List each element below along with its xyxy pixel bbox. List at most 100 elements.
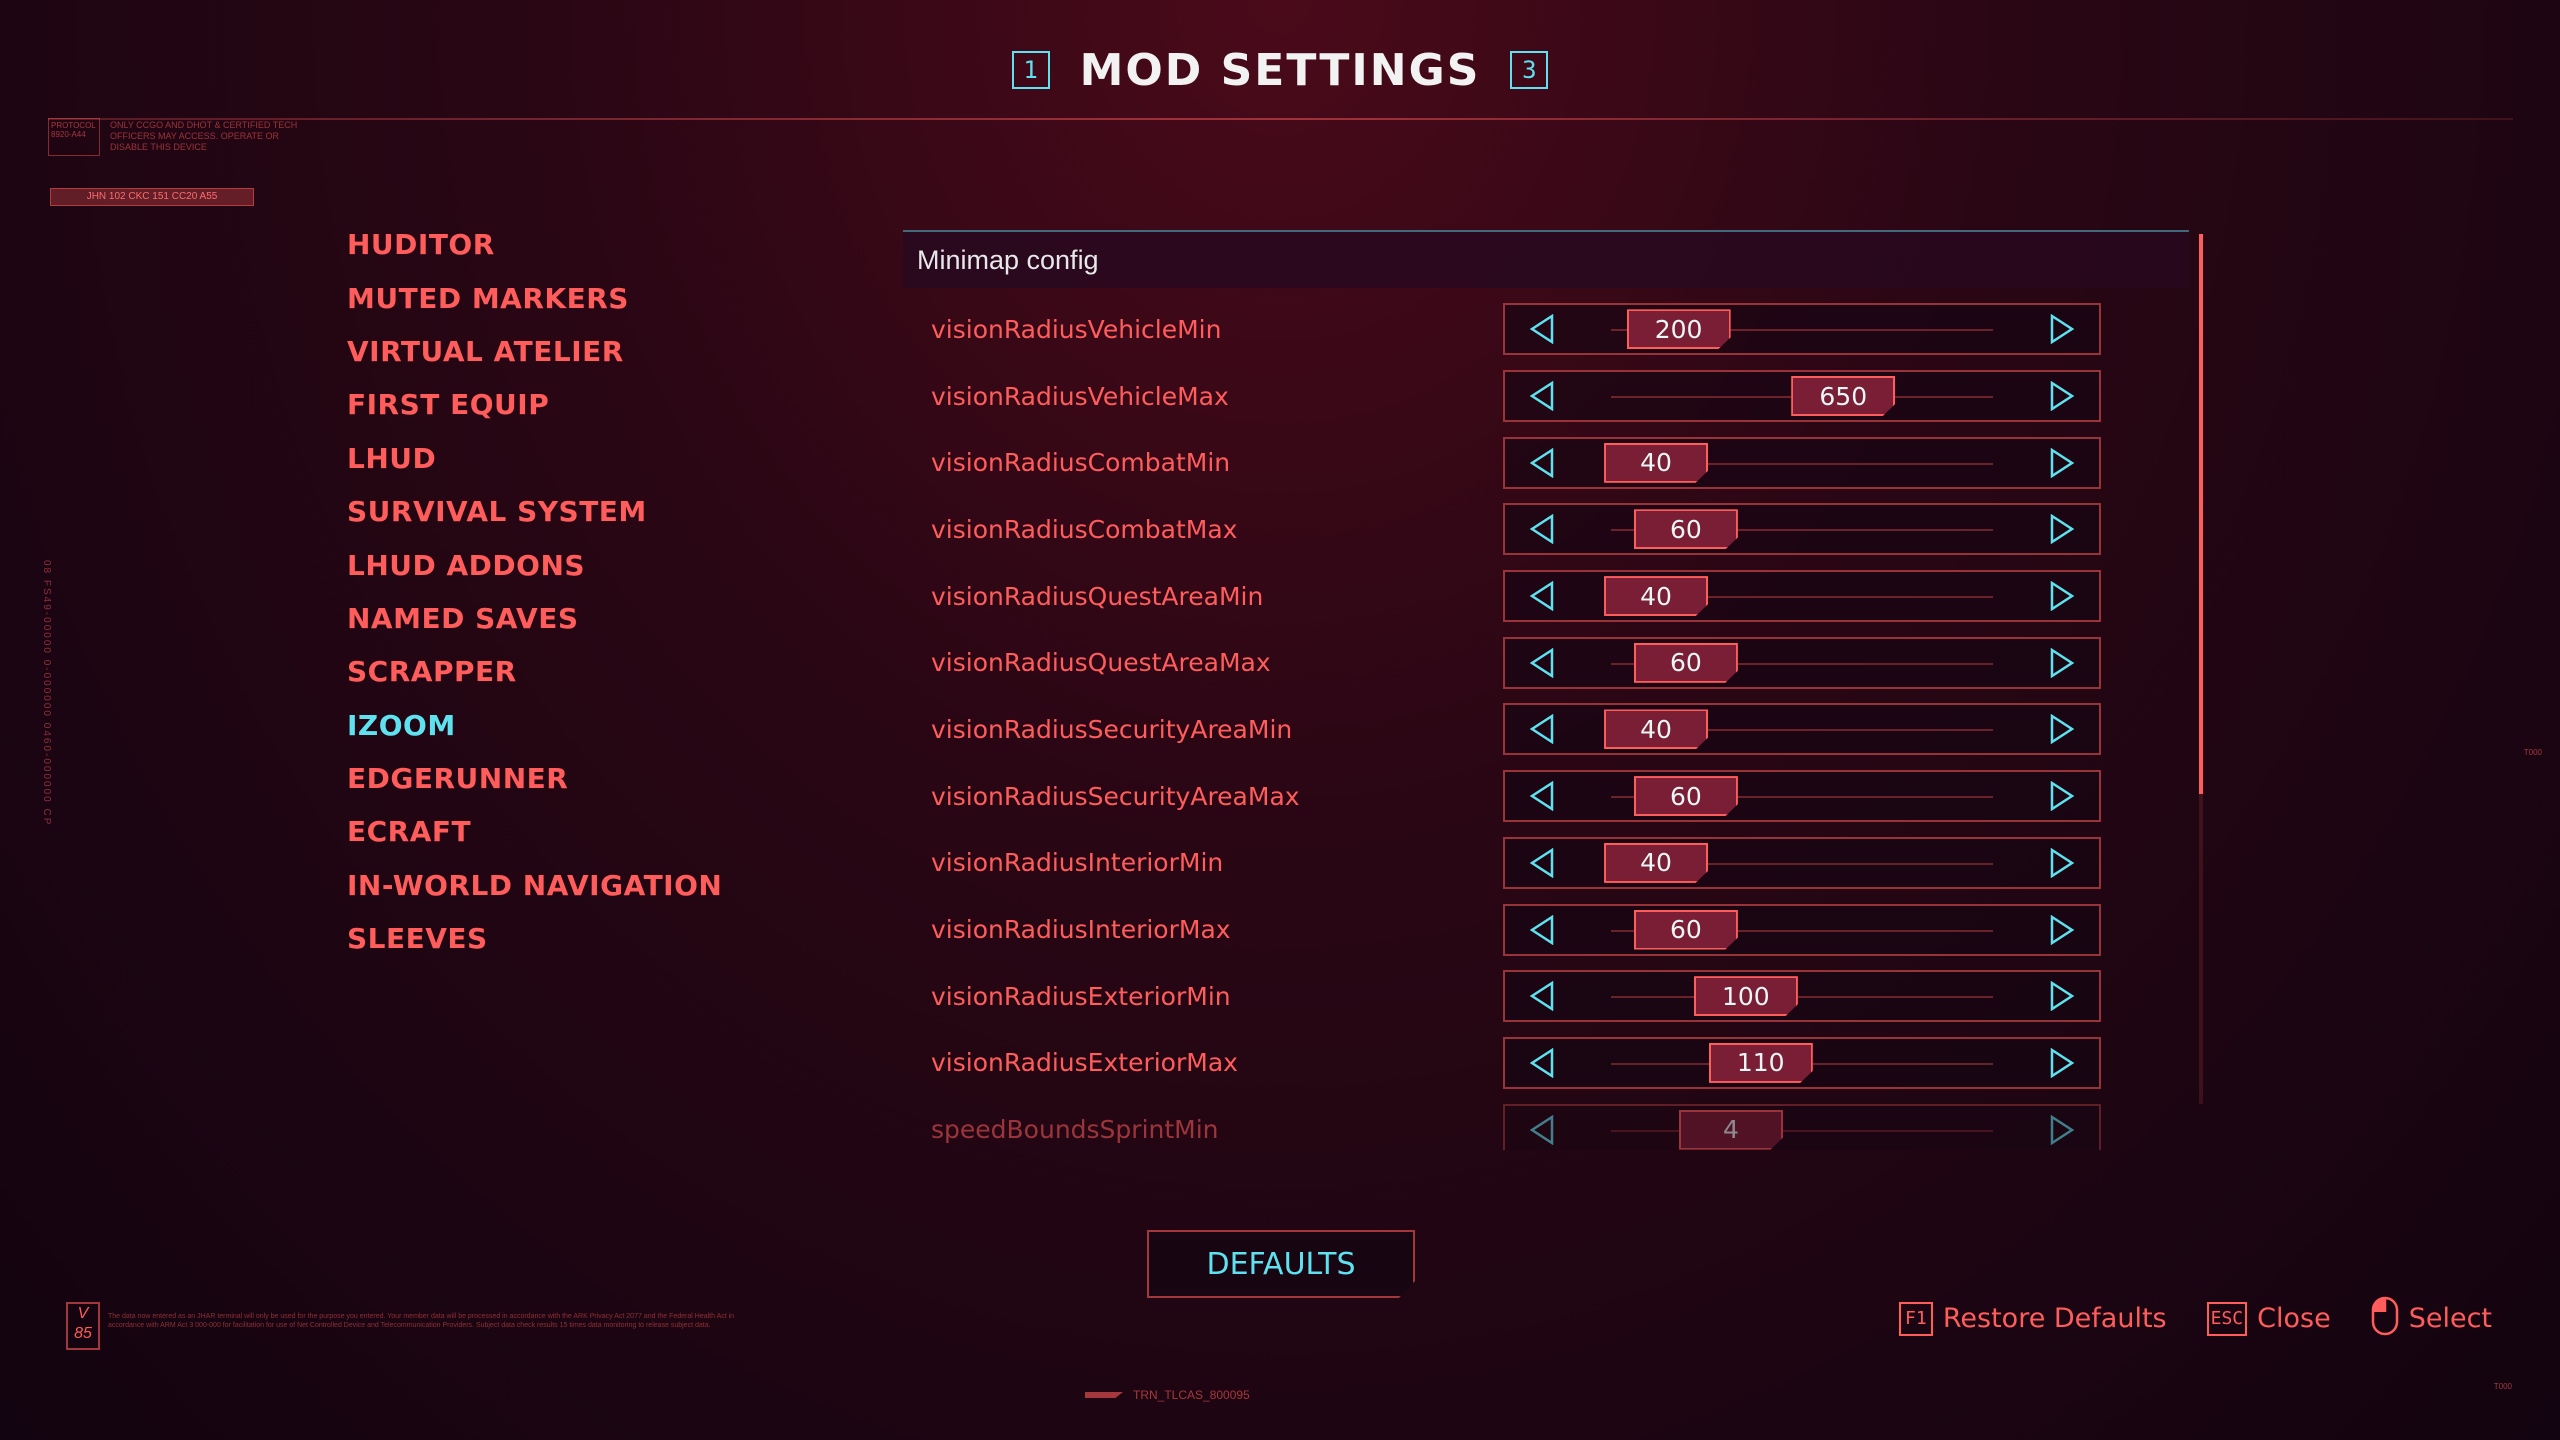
setting-slider[interactable]: 100: [1503, 970, 2101, 1023]
slider-track[interactable]: [1611, 1129, 1993, 1132]
increase-arrow-icon[interactable]: [2037, 439, 2087, 487]
hint-restore-defaults[interactable]: F1 Restore Defaults: [1898, 1301, 2167, 1336]
setting-row: visionRadiusVehicleMax 650: [903, 363, 2189, 430]
decrease-arrow-icon[interactable]: [1517, 305, 1567, 353]
slider-handle[interactable]: 200: [1626, 309, 1731, 350]
slider-handle[interactable]: 60: [1633, 642, 1738, 683]
decrease-arrow-icon[interactable]: [1517, 572, 1567, 620]
decrease-arrow-icon[interactable]: [1517, 705, 1567, 753]
key-cap-esc: ESC: [2206, 1301, 2248, 1336]
footer-hints: F1 Restore Defaults ESC Close Select: [1898, 1296, 2492, 1341]
slider-handle[interactable]: 60: [1633, 509, 1738, 550]
increase-arrow-icon[interactable]: [2037, 839, 2087, 887]
increase-arrow-icon[interactable]: [2037, 772, 2087, 820]
settings-panel: Minimap config visionRadiusVehicleMin 200…: [903, 230, 2189, 1150]
setting-label: visionRadiusExteriorMin: [931, 981, 1231, 1011]
decrease-arrow-icon[interactable]: [1517, 372, 1567, 420]
setting-row: visionRadiusInteriorMax 60: [903, 896, 2189, 963]
setting-slider[interactable]: 60: [1503, 503, 2101, 556]
setting-label: visionRadiusCombatMin: [931, 448, 1231, 478]
increase-arrow-icon[interactable]: [2037, 372, 2087, 420]
scrollbar-thumb[interactable]: [2199, 234, 2203, 794]
setting-slider[interactable]: 60: [1503, 903, 2101, 956]
decrease-arrow-icon[interactable]: [1517, 1039, 1567, 1087]
hint-label: Restore Defaults: [1942, 1303, 2167, 1334]
slider-handle[interactable]: 60: [1633, 776, 1738, 817]
slider-handle[interactable]: 4: [1678, 1109, 1783, 1150]
setting-row: visionRadiusCombatMax 60: [903, 496, 2189, 563]
hint-label: Select: [2408, 1303, 2492, 1334]
nav-item-scrapper[interactable]: SCRAPPER: [347, 645, 767, 698]
nav-item-lhud[interactable]: LHUD: [347, 432, 767, 485]
decrease-arrow-icon[interactable]: [1517, 505, 1567, 553]
increase-arrow-icon[interactable]: [2037, 906, 2087, 954]
nav-item-izoom[interactable]: IZOOM: [347, 699, 767, 752]
decrease-arrow-icon[interactable]: [1517, 639, 1567, 687]
prev-page-key[interactable]: 1: [1011, 51, 1050, 89]
increase-arrow-icon[interactable]: [2037, 572, 2087, 620]
setting-slider[interactable]: 40: [1503, 703, 2101, 756]
decrease-arrow-icon[interactable]: [1517, 772, 1567, 820]
setting-slider[interactable]: 40: [1503, 436, 2101, 489]
nav-item-named-saves[interactable]: NAMED SAVES: [347, 592, 767, 645]
setting-slider[interactable]: 110: [1503, 1036, 2101, 1089]
nav-item-lhud-addons[interactable]: LHUD ADDONS: [347, 538, 767, 591]
nav-item-survival-system[interactable]: SURVIVAL SYSTEM: [347, 485, 767, 538]
increase-arrow-icon[interactable]: [2037, 639, 2087, 687]
slider-handle[interactable]: 40: [1604, 842, 1709, 883]
header: 1 MOD SETTINGS 3: [0, 40, 2560, 100]
hint-select[interactable]: Select: [2371, 1296, 2492, 1341]
decrease-arrow-icon[interactable]: [1517, 906, 1567, 954]
setting-label: visionRadiusInteriorMin: [931, 848, 1224, 878]
defaults-button[interactable]: DEFAULTS: [1147, 1230, 1415, 1298]
setting-slider[interactable]: 4: [1503, 1103, 2101, 1150]
setting-label: visionRadiusVehicleMin: [931, 314, 1222, 344]
legal-fineprint: The data now entered as an JHAR terminal…: [108, 1313, 735, 1329]
increase-arrow-icon[interactable]: [2037, 305, 2087, 353]
setting-slider[interactable]: 650: [1503, 370, 2101, 423]
slider-handle[interactable]: 60: [1633, 909, 1738, 950]
nav-item-in-world-navigation[interactable]: IN-WORLD NAVIGATION: [347, 859, 767, 912]
key-cap-f1: F1: [1898, 1301, 1933, 1336]
slider-handle[interactable]: 40: [1604, 576, 1709, 617]
decrease-arrow-icon[interactable]: [1517, 1106, 1567, 1150]
nav-item-huditor[interactable]: HUDITOR: [347, 218, 767, 271]
next-page-key[interactable]: 3: [1510, 51, 1549, 89]
nav-item-ecraft[interactable]: ECRAFT: [347, 805, 767, 858]
bottom-code-text: TRN_TLCAS_800095: [1133, 1388, 1250, 1402]
setting-slider[interactable]: 200: [1503, 303, 2101, 356]
setting-slider[interactable]: 60: [1503, 770, 2101, 823]
slider-handle[interactable]: 100: [1693, 976, 1798, 1017]
setting-slider[interactable]: 60: [1503, 636, 2101, 689]
increase-arrow-icon[interactable]: [2037, 705, 2087, 753]
setting-row: visionRadiusCombatMin 40: [903, 429, 2189, 496]
setting-slider[interactable]: 40: [1503, 836, 2101, 889]
hint-close[interactable]: ESC Close: [2206, 1301, 2331, 1336]
increase-arrow-icon[interactable]: [2037, 505, 2087, 553]
setting-label: visionRadiusInteriorMax: [931, 915, 1231, 945]
version-badge: V 85: [66, 1302, 100, 1350]
corner-mark: T000: [2493, 1382, 2512, 1391]
slider-handle[interactable]: 650: [1791, 376, 1896, 417]
setting-label: visionRadiusQuestAreaMax: [931, 648, 1271, 678]
slider-track[interactable]: [1611, 996, 1993, 999]
nav-item-sleeves[interactable]: SLEEVES: [347, 912, 767, 965]
nav-item-first-equip[interactable]: FIRST EQUIP: [347, 378, 767, 431]
side-mark: T000: [2523, 748, 2542, 757]
decrease-arrow-icon[interactable]: [1517, 439, 1567, 487]
setting-label: visionRadiusExteriorMax: [931, 1048, 1238, 1078]
setting-row: visionRadiusExteriorMax 110: [903, 1030, 2189, 1097]
slider-handle[interactable]: 40: [1604, 442, 1709, 483]
increase-arrow-icon[interactable]: [2037, 972, 2087, 1020]
decrease-arrow-icon[interactable]: [1517, 839, 1567, 887]
decrease-arrow-icon[interactable]: [1517, 972, 1567, 1020]
setting-slider[interactable]: 40: [1503, 570, 2101, 623]
slider-handle[interactable]: 40: [1604, 709, 1709, 750]
nav-item-edgerunner[interactable]: EDGERUNNER: [347, 752, 767, 805]
nav-item-muted-markers[interactable]: MUTED MARKERS: [347, 271, 767, 324]
slider-handle[interactable]: 110: [1708, 1042, 1813, 1083]
nav-item-virtual-atelier[interactable]: VIRTUAL ATELIER: [347, 325, 767, 378]
setting-label: visionRadiusSecurityAreaMin: [931, 714, 1293, 744]
increase-arrow-icon[interactable]: [2037, 1039, 2087, 1087]
increase-arrow-icon[interactable]: [2037, 1106, 2087, 1150]
